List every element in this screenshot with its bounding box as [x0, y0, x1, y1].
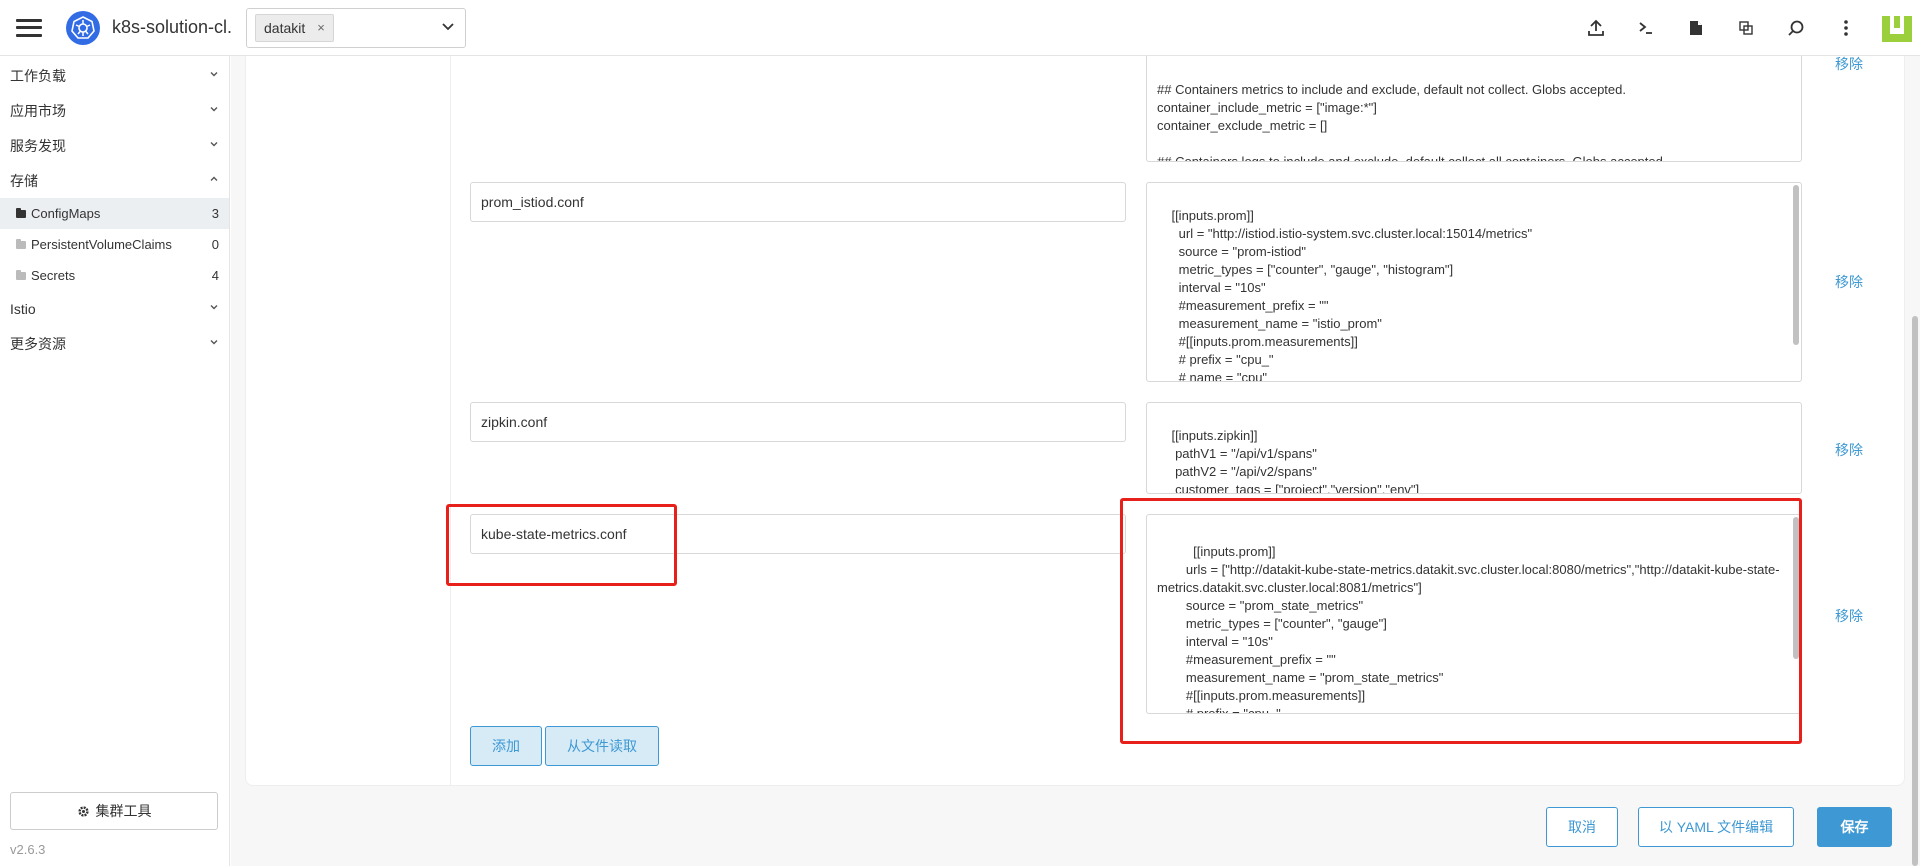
sidebar: 工作负载 应用市场 服务发现 存储 ConfigMaps 3 Persisten…: [0, 56, 230, 866]
sidebar-item-secrets[interactable]: Secrets 4: [0, 260, 229, 291]
chevron-up-icon: [209, 174, 219, 187]
file-icon[interactable]: [1682, 14, 1710, 42]
textarea-scrollbar[interactable]: [1793, 185, 1799, 345]
folder-icon: [16, 269, 26, 280]
folder-icon: [16, 207, 26, 218]
cancel-button[interactable]: 取消: [1546, 807, 1618, 847]
chevron-down-icon: [209, 337, 219, 350]
key-text: zipkin.conf: [481, 414, 548, 430]
upload-icon[interactable]: [1582, 14, 1610, 42]
main-content: ## Containers metrics to include and exc…: [231, 46, 1920, 866]
key-text: kube-state-metrics.conf: [481, 526, 627, 542]
value-textarea[interactable]: [[inputs.zipkin]] pathV1 = "/api/v1/span…: [1146, 402, 1802, 494]
remove-entry-link[interactable]: 移除: [1835, 54, 1863, 74]
remove-entry-link[interactable]: 移除: [1835, 272, 1863, 292]
value-textarea[interactable]: ## Containers metrics to include and exc…: [1146, 46, 1802, 162]
cluster-tools-label: 集群工具: [95, 803, 152, 819]
namespace-tag-remove-icon[interactable]: ×: [317, 20, 325, 35]
sidebar-group-label: 服务发现: [10, 137, 66, 154]
value-text: [[inputs.prom]] urls = ["http://datakit-…: [1157, 544, 1780, 714]
sidebar-group-workloads[interactable]: 工作负载: [0, 58, 229, 93]
chevron-down-icon: [209, 69, 219, 82]
sidebar-item-configmaps[interactable]: ConfigMaps 3: [0, 198, 229, 229]
sidebar-group-apps[interactable]: 应用市场: [0, 93, 229, 128]
sidebar-item-pvc[interactable]: PersistentVolumeClaims 0: [0, 229, 229, 260]
user-avatar[interactable]: [1880, 14, 1914, 44]
remove-entry-link[interactable]: 移除: [1835, 440, 1863, 460]
more-vertical-icon[interactable]: [1832, 14, 1860, 42]
save-button[interactable]: 保存: [1817, 807, 1892, 847]
gear-icon: [77, 805, 90, 818]
sidebar-group-label: 应用市场: [10, 102, 66, 119]
top-header: k8s-solution-cl... datakit ×: [0, 0, 1920, 56]
sidebar-item-label: PersistentVolumeClaims: [31, 237, 172, 252]
value-textarea[interactable]: [[inputs.prom]] urls = ["http://datakit-…: [1146, 514, 1802, 714]
page-scrollbar[interactable]: [1912, 316, 1918, 866]
sidebar-item-count: 4: [211, 268, 219, 283]
key-input[interactable]: zipkin.conf: [470, 402, 1126, 442]
sidebar-item-count: 3: [211, 206, 219, 221]
key-text: prom_istiod.conf: [481, 194, 584, 210]
key-input[interactable]: kube-state-metrics.conf: [470, 514, 1126, 554]
read-from-file-button[interactable]: 从文件读取: [545, 726, 659, 766]
sidebar-group-service-discovery[interactable]: 服务发现: [0, 128, 229, 163]
sidebar-group-label: 工作负载: [10, 67, 66, 84]
folder-icon: [16, 238, 26, 249]
key-input[interactable]: prom_istiod.conf: [470, 182, 1126, 222]
namespace-select[interactable]: datakit ×: [246, 7, 466, 48]
chevron-down-icon: [209, 139, 219, 152]
namespace-tag: datakit ×: [255, 13, 334, 42]
app-version: v2.6.3: [10, 842, 46, 857]
kubernetes-logo-icon: [66, 10, 100, 45]
sidebar-item-label: ConfigMaps: [31, 206, 101, 221]
add-entry-button[interactable]: 添加: [470, 726, 542, 766]
edit-as-yaml-button[interactable]: 以 YAML 文件编辑: [1638, 807, 1794, 847]
sidebar-group-more-resources[interactable]: 更多资源: [0, 326, 229, 361]
cluster-title[interactable]: k8s-solution-cl...: [112, 17, 232, 38]
cluster-tools-button[interactable]: 集群工具: [10, 792, 218, 830]
value-text: [[inputs.zipkin]] pathV1 = "/api/v1/span…: [1171, 428, 1420, 494]
search-icon[interactable]: [1782, 14, 1810, 42]
remove-entry-link[interactable]: 移除: [1835, 606, 1863, 626]
value-text: ## Containers metrics to include and exc…: [1157, 82, 1667, 162]
sidebar-group-storage[interactable]: 存储: [0, 163, 229, 198]
copy-icon[interactable]: [1732, 14, 1760, 42]
chevron-down-icon: [209, 104, 219, 117]
namespace-tag-label: datakit: [264, 19, 306, 36]
chevron-down-icon: [209, 302, 219, 315]
sidebar-item-label: Secrets: [31, 268, 76, 283]
textarea-scrollbar[interactable]: [1793, 517, 1799, 659]
sidebar-group-istio[interactable]: Istio: [0, 291, 229, 326]
terminal-icon[interactable]: [1632, 14, 1660, 42]
sidebar-group-label: 存储: [10, 172, 38, 189]
value-text: [[inputs.prom]] url = "http://istiod.ist…: [1171, 208, 1533, 382]
chevron-down-icon[interactable]: [441, 20, 455, 37]
hamburger-menu-icon[interactable]: [16, 18, 42, 37]
sidebar-group-label: Istio: [10, 300, 36, 317]
sidebar-group-label: 更多资源: [10, 335, 66, 352]
sidebar-item-count: 0: [211, 237, 219, 252]
value-textarea[interactable]: [[inputs.prom]] url = "http://istiod.ist…: [1146, 182, 1802, 382]
